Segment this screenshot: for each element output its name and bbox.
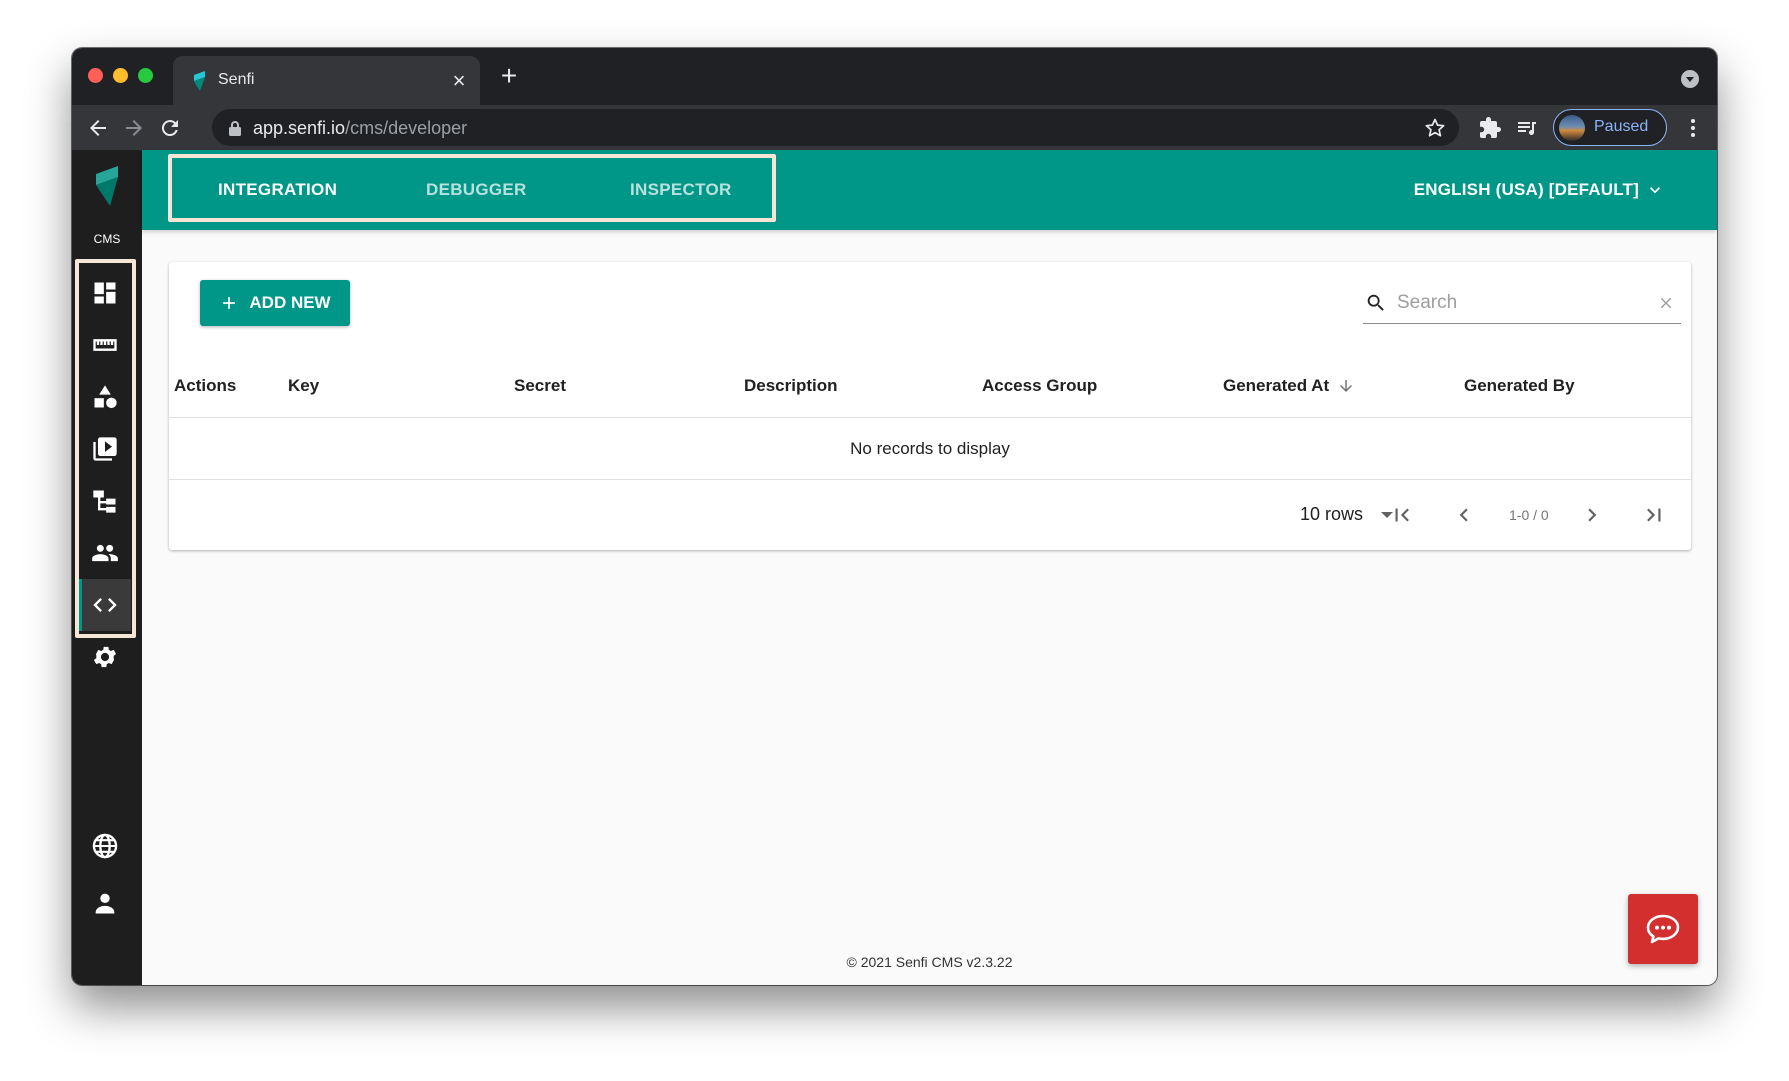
sidebar-item-dashboard[interactable]	[79, 267, 131, 319]
shapes-icon	[94, 385, 117, 409]
generated-at-label: Generated At	[1223, 376, 1330, 395]
ruler-icon	[93, 339, 117, 351]
next-page-icon[interactable]	[1579, 502, 1605, 528]
sidebar-item-users[interactable]	[79, 527, 131, 579]
column-header-actions: Actions	[174, 376, 237, 395]
column-header-description[interactable]: Description	[744, 376, 838, 396]
close-window-button[interactable]	[88, 68, 103, 83]
extensions-puzzle-icon[interactable]	[1478, 116, 1502, 140]
add-new-label: ADD NEW	[249, 293, 331, 312]
sidebar-item-structure[interactable]	[79, 475, 131, 527]
footer-copyright: © 2021 Senfi CMS v2.3.22	[846, 954, 1013, 970]
chat-button[interactable]	[1628, 894, 1698, 964]
pagination-bar: 10 rows 1-0 / 0	[169, 480, 1691, 550]
new-tab-button[interactable]: +	[497, 62, 521, 90]
rows-per-page-label: 10 rows	[1300, 504, 1364, 524]
sidebar-item-shapes[interactable]	[79, 371, 131, 423]
chevron-down-icon	[1650, 187, 1660, 194]
column-header-key[interactable]: Key	[288, 376, 319, 396]
empty-table-message: No records to display	[169, 418, 1691, 480]
code-icon	[93, 598, 117, 612]
browser-tab-strip: Senfi × +	[72, 48, 1717, 105]
hierarchy-icon	[93, 490, 116, 513]
tab-debugger[interactable]: DEBUGGER	[426, 180, 527, 200]
bookmark-star-icon[interactable]	[1423, 116, 1447, 140]
back-arrow-icon[interactable]	[86, 116, 110, 140]
minimize-window-button[interactable]	[113, 68, 128, 83]
browser-tab-title: Senfi	[218, 71, 255, 88]
column-header-secret[interactable]: Secret	[514, 376, 566, 396]
tab-inspector[interactable]: INSPECTOR	[630, 180, 732, 200]
url-path: /cms/developer	[345, 118, 468, 138]
url-host: app.senfi.io	[253, 118, 346, 138]
sidebar-item-account[interactable]	[79, 877, 131, 929]
tab-integration[interactable]: INTEGRATION	[218, 180, 337, 200]
table-header-row: Actions Key Secret Description Access Gr…	[169, 358, 1691, 418]
media-control-icon[interactable]	[1515, 116, 1539, 140]
forward-arrow-icon[interactable]	[122, 116, 146, 140]
url-text[interactable]: app.senfi.io/cms/developer	[253, 118, 467, 139]
language-label: ENGLISH (USA) [DEFAULT]	[1413, 180, 1639, 199]
browser-tab[interactable]: Senfi ×	[173, 56, 480, 105]
maximize-window-button[interactable]	[138, 68, 153, 83]
last-page-icon[interactable]	[1641, 502, 1667, 528]
previous-page-icon[interactable]	[1451, 502, 1477, 528]
video-library-icon	[93, 437, 117, 461]
search-field	[1363, 284, 1681, 324]
address-bar[interactable]: app.senfi.io/cms/developer	[212, 109, 1459, 146]
senfi-favicon-icon	[194, 71, 205, 91]
logo-label: CMS	[93, 232, 121, 246]
rows-per-page-select[interactable]: 10 rows	[1300, 504, 1394, 525]
tab-search-icon[interactable]	[1681, 70, 1699, 88]
people-icon	[92, 544, 118, 562]
clear-search-icon[interactable]	[1657, 294, 1675, 312]
page-info: 1-0 / 0	[1509, 507, 1549, 523]
language-select[interactable]: ENGLISH (USA) [DEFAULT]	[1414, 180, 1665, 200]
search-icon	[1367, 294, 1384, 311]
profile-avatar	[1559, 115, 1585, 141]
person-icon	[95, 893, 115, 914]
sidebar-item-media[interactable]	[79, 423, 131, 475]
sidebar-item-developer[interactable]	[79, 579, 131, 631]
plus-icon	[223, 297, 236, 309]
lock-icon[interactable]	[228, 120, 242, 136]
search-input[interactable]	[1397, 288, 1637, 318]
senfi-logo-icon[interactable]	[94, 166, 120, 206]
globe-icon	[92, 833, 118, 859]
browser-window: Senfi × + app.senfi.io/cms/developer Pau…	[72, 48, 1717, 985]
browser-menu-icon[interactable]	[1683, 116, 1703, 140]
first-page-icon[interactable]	[1389, 502, 1415, 528]
integration-card: ADD NEW Actions Key Secret Description A…	[169, 262, 1691, 550]
chat-bubble-icon	[1646, 914, 1680, 944]
close-tab-icon[interactable]: ×	[448, 70, 470, 92]
profile-status-label: Paused	[1594, 118, 1649, 135]
sidebar: CMS	[72, 150, 142, 985]
reload-icon[interactable]	[158, 116, 182, 140]
sidebar-item-ruler[interactable]	[79, 319, 131, 371]
sidebar-item-settings[interactable]	[79, 631, 131, 683]
dashboard-icon	[94, 282, 116, 304]
app-top-bar: INTEGRATION DEBUGGER INSPECTOR ENGLISH (…	[142, 150, 1717, 230]
sort-descending-icon[interactable]	[1337, 377, 1355, 395]
column-header-access-group[interactable]: Access Group	[982, 376, 1097, 396]
browser-toolbar: app.senfi.io/cms/developer Paused	[72, 105, 1717, 150]
column-header-generated-at[interactable]: Generated At	[1223, 376, 1355, 396]
add-new-button[interactable]: ADD NEW	[200, 280, 350, 326]
column-header-generated-by[interactable]: Generated By	[1464, 376, 1575, 396]
gear-icon	[93, 646, 117, 668]
sidebar-item-language[interactable]	[79, 820, 131, 872]
profile-button[interactable]: Paused	[1553, 109, 1667, 146]
